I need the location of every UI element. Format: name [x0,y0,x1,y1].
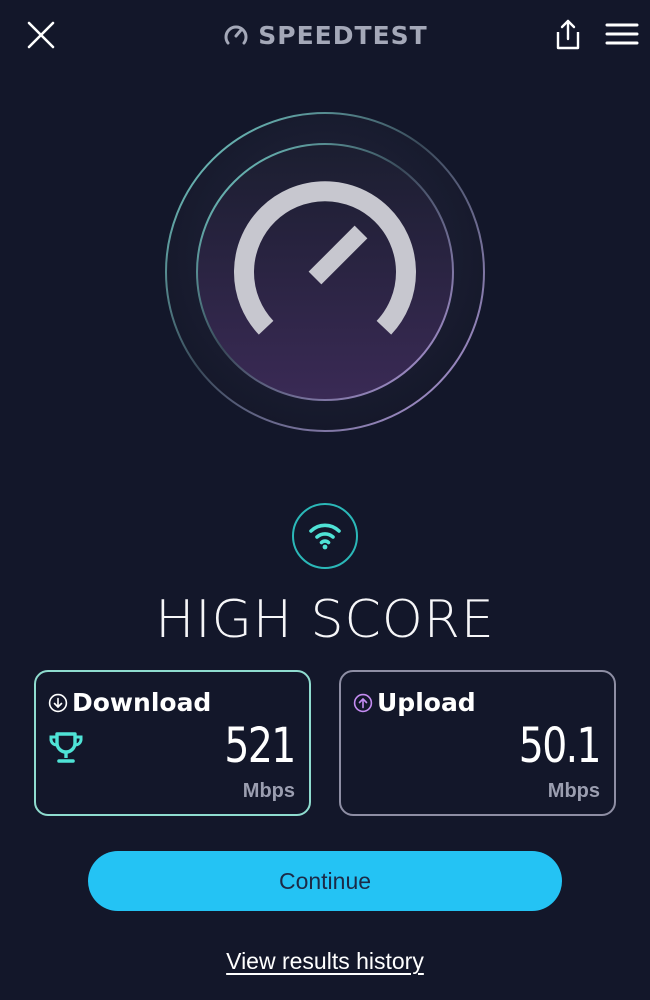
menu-icon [605,23,639,45]
download-speed-unit: Mbps [242,780,295,802]
download-label: Download [72,688,212,717]
arrow-up-icon [353,693,373,712]
download-speed-value: 521 [224,718,297,774]
result-title: HIGH SCORE [155,590,495,650]
trophy-icon [49,732,83,763]
share-button[interactable] [552,18,584,52]
speedtest-result-screen: SPEEDTEST HIGH SCORE Download 521 Mbps U… [0,0,650,1000]
speedometer-icon [224,25,248,45]
share-icon [556,19,580,50]
upload-card: Upload 50.1 Mbps [339,670,616,816]
continue-button[interactable]: Continue [88,851,562,911]
download-header: Download [48,688,211,717]
upload-label: Upload [377,688,476,717]
upload-speed-unit: Mbps [547,780,600,802]
download-card: Download 521 Mbps [34,670,311,816]
upload-speed-value: 50.1 [518,718,602,774]
app-title: SPEEDTEST [258,20,428,50]
connection-type-badge [292,503,358,569]
upload-header: Upload [353,688,476,717]
speedometer-icon [165,112,485,432]
wifi-icon [309,523,341,550]
speed-gauge [163,110,487,434]
arrow-down-icon [48,693,68,712]
menu-button[interactable] [604,20,640,50]
view-results-history-link[interactable]: View results history [0,948,650,975]
